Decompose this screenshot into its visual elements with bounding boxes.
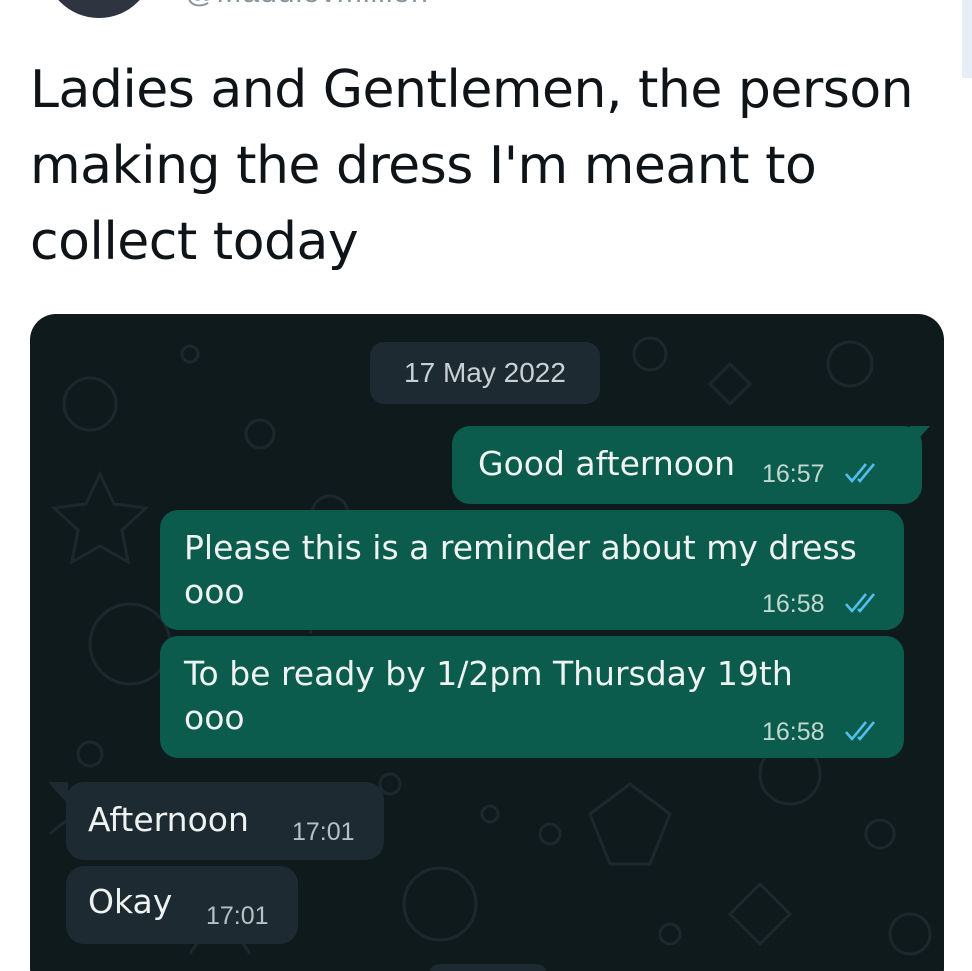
outgoing-message[interactable]: Please this is a reminder about my dress…	[160, 510, 904, 630]
date-chip: 17 May 2022	[370, 342, 600, 404]
outgoing-message[interactable]: Good afternoon 16:57	[452, 426, 922, 504]
chat-screenshot-image: 17 May 2022 Good afternoon 16:57 Please …	[30, 314, 944, 971]
read-ticks-icon	[845, 721, 876, 742]
message-time: 17:01	[206, 902, 269, 930]
message-text: Please this is a reminder about my dress	[184, 528, 857, 567]
scrollbar[interactable]	[962, 0, 972, 78]
incoming-message[interactable]: Okay 17:01	[66, 866, 298, 944]
message-time: 16:57	[762, 460, 825, 488]
outgoing-message[interactable]: To be ready by 1/2pm Thursday 19th ooo 1…	[160, 636, 904, 758]
read-ticks-icon	[845, 463, 876, 484]
next-date-chip	[428, 964, 548, 971]
tweet-text: Ladies and Gentlemen, the person making …	[30, 60, 914, 272]
user-handle[interactable]: @Madulovmillion	[185, 0, 429, 10]
message-text: To be ready by 1/2pm Thursday 19th	[184, 654, 793, 693]
read-ticks-icon	[845, 593, 876, 614]
message-text-line2: ooo	[184, 698, 245, 737]
message-text: Okay	[88, 882, 173, 921]
incoming-message[interactable]: Afternoon 17:01	[66, 782, 384, 860]
message-text-line2: ooo	[184, 572, 245, 611]
bubble-tail	[48, 782, 68, 804]
avatar[interactable]	[44, 0, 154, 18]
tweet-screenshot: @Madulovmillion Ladies and Gentlemen, th…	[0, 0, 972, 971]
message-text: Good afternoon	[478, 444, 736, 483]
message-text: Afternoon	[88, 800, 249, 839]
message-time: 16:58	[762, 590, 825, 618]
message-time: 16:58	[762, 718, 825, 746]
message-time: 17:01	[292, 818, 355, 846]
